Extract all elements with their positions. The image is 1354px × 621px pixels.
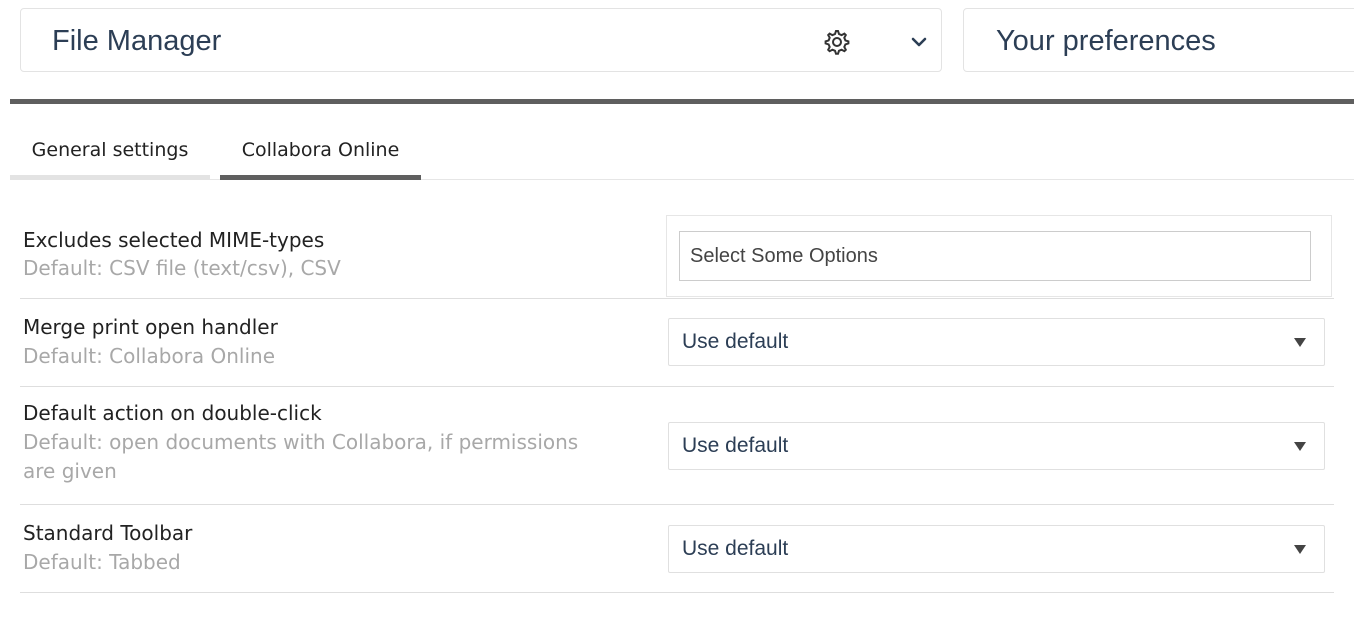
select-value: Use default [682, 330, 789, 353]
double-click-select[interactable]: Use default [668, 422, 1325, 470]
caret-down-icon [1294, 442, 1306, 451]
preferences-title: Your preferences [996, 25, 1216, 57]
caret-down-icon [1294, 338, 1306, 347]
chevron-down-icon[interactable] [911, 34, 927, 50]
app-title: File Manager [52, 25, 222, 57]
settings-tabs: General settings Collabora Online [10, 128, 1354, 180]
tabs-baseline [10, 179, 1354, 180]
setting-row-double-click: Default action on double-click Default: … [20, 387, 1334, 505]
select-value: Use default [682, 434, 789, 457]
setting-row-merge-print: Merge print open handler Default: Collab… [20, 299, 1334, 387]
mime-types-multiselect[interactable]: Select Some Options [679, 231, 1311, 281]
tab-label: Collabora Online [241, 139, 400, 161]
standard-toolbar-select[interactable]: Use default [668, 525, 1325, 573]
tab-collabora-online[interactable]: Collabora Online [220, 128, 421, 180]
tab-indicator [10, 175, 210, 180]
setting-default: Default: open documents with Collabora, … [23, 430, 579, 483]
caret-down-icon [1294, 545, 1306, 554]
setting-label: Standard Toolbar [23, 521, 193, 545]
preferences-page: File Manager Your preferences General se… [0, 0, 1354, 621]
setting-label: Default action on double-click [23, 401, 322, 425]
setting-label: Merge print open handler [23, 315, 278, 339]
setting-row-standard-toolbar: Standard Toolbar Default: Tabbed Use def… [20, 505, 1334, 593]
setting-row-mime-types: Excludes selected MIME-types Default: CS… [20, 210, 1334, 299]
setting-default: Default: Collabora Online [23, 344, 276, 368]
tab-label: General settings [31, 139, 189, 161]
setting-label: Excludes selected MIME-types [23, 228, 325, 252]
select-value: Use default [682, 537, 789, 560]
header-divider [10, 99, 1354, 104]
tab-indicator-active [220, 175, 421, 180]
tab-general-settings[interactable]: General settings [10, 128, 210, 180]
merge-print-select[interactable]: Use default [668, 318, 1325, 366]
mime-types-multiselect-container: Select Some Options [666, 215, 1332, 297]
gear-icon[interactable] [821, 27, 851, 57]
app-selector[interactable]: File Manager [20, 8, 942, 72]
setting-default: Default: Tabbed [23, 550, 181, 574]
preferences-header: Your preferences [963, 8, 1354, 72]
setting-default: Default: CSV file (text/csv), CSV [23, 256, 341, 280]
